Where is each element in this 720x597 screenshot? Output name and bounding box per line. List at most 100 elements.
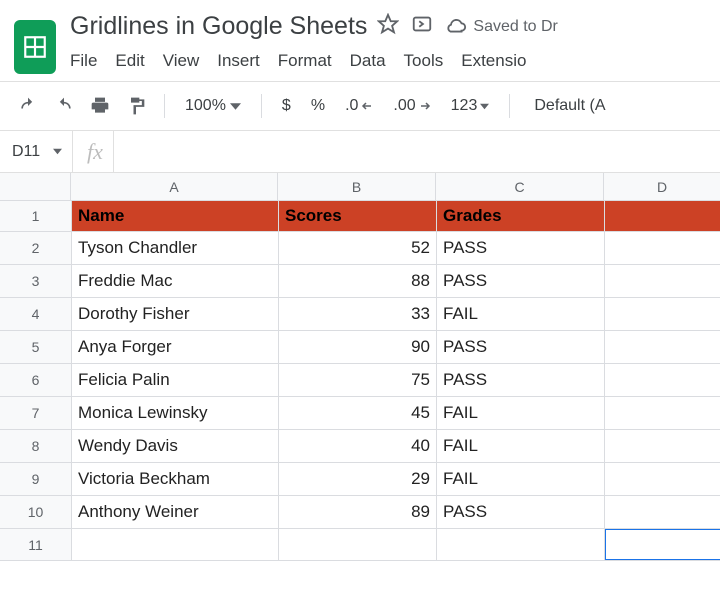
- table-row: Felicia Palin 75 PASS: [72, 364, 720, 397]
- doc-title[interactable]: Gridlines in Google Sheets: [70, 12, 367, 41]
- cell[interactable]: Monica Lewinsky: [72, 397, 279, 430]
- move-icon[interactable]: [411, 13, 433, 40]
- menu-extensions[interactable]: Extensio: [461, 51, 526, 71]
- cell[interactable]: Wendy Davis: [72, 430, 279, 463]
- row-header[interactable]: 3: [0, 265, 72, 298]
- formula-input[interactable]: [114, 131, 720, 172]
- row-headers: 1 2 3 4 5 6 7 8 9 10 11: [0, 201, 72, 561]
- title-bar: Gridlines in Google Sheets Saved to Dr F…: [0, 0, 720, 81]
- menu-format[interactable]: Format: [278, 51, 332, 71]
- table-row: Victoria Beckham 29 FAIL: [72, 463, 720, 496]
- increase-decimal-button[interactable]: .00: [387, 97, 436, 115]
- cell[interactable]: 29: [279, 463, 437, 496]
- menu-data[interactable]: Data: [350, 51, 386, 71]
- cell[interactable]: 33: [279, 298, 437, 331]
- cell[interactable]: FAIL: [437, 430, 605, 463]
- menu-edit[interactable]: Edit: [115, 51, 144, 71]
- cell[interactable]: FAIL: [437, 397, 605, 430]
- col-header-d[interactable]: D: [604, 173, 720, 201]
- name-fx-bar: D11 fx: [0, 131, 720, 173]
- cell[interactable]: [605, 331, 720, 364]
- cell[interactable]: 45: [279, 397, 437, 430]
- row-header[interactable]: 1: [0, 201, 72, 232]
- row-header[interactable]: 4: [0, 298, 72, 331]
- star-icon[interactable]: [377, 13, 399, 40]
- cell[interactable]: [605, 232, 720, 265]
- toolbar-separator: [261, 94, 262, 118]
- cell[interactable]: [605, 298, 720, 331]
- cell[interactable]: PASS: [437, 232, 605, 265]
- cell[interactable]: PASS: [437, 496, 605, 529]
- table-row: Wendy Davis 40 FAIL: [72, 430, 720, 463]
- row-header[interactable]: 5: [0, 331, 72, 364]
- font-select[interactable]: Default (A: [524, 97, 609, 115]
- format-currency-button[interactable]: $: [276, 97, 297, 115]
- col-header-b[interactable]: B: [278, 173, 436, 201]
- row-header[interactable]: 10: [0, 496, 72, 529]
- menu-insert[interactable]: Insert: [217, 51, 260, 71]
- name-box[interactable]: D11: [0, 143, 72, 161]
- cell[interactable]: Anthony Weiner: [72, 496, 279, 529]
- row-header[interactable]: 6: [0, 364, 72, 397]
- chevron-down-icon: [230, 101, 241, 112]
- decrease-decimal-button[interactable]: .0: [339, 97, 379, 115]
- cell[interactable]: 52: [279, 232, 437, 265]
- menu-tools[interactable]: Tools: [404, 51, 444, 71]
- cell[interactable]: [279, 529, 437, 561]
- zoom-select[interactable]: 100%: [179, 97, 247, 115]
- cell[interactable]: [605, 364, 720, 397]
- cell[interactable]: Victoria Beckham: [72, 463, 279, 496]
- cell[interactable]: Scores: [279, 201, 437, 232]
- cell[interactable]: [605, 201, 720, 232]
- chevron-down-icon: [53, 143, 62, 161]
- cell[interactable]: [605, 463, 720, 496]
- cell[interactable]: 40: [279, 430, 437, 463]
- cell[interactable]: [605, 430, 720, 463]
- undo-button[interactable]: [14, 92, 42, 120]
- cell[interactable]: PASS: [437, 265, 605, 298]
- row-header[interactable]: 8: [0, 430, 72, 463]
- row-header[interactable]: 11: [0, 529, 72, 561]
- cell[interactable]: Anya Forger: [72, 331, 279, 364]
- table-row: Anthony Weiner 89 PASS: [72, 496, 720, 529]
- cell[interactable]: FAIL: [437, 298, 605, 331]
- cell[interactable]: Tyson Chandler: [72, 232, 279, 265]
- cell[interactable]: PASS: [437, 331, 605, 364]
- cell[interactable]: [605, 397, 720, 430]
- more-formats-button[interactable]: 123: [445, 97, 496, 115]
- cell[interactable]: Name: [72, 201, 279, 232]
- row-header[interactable]: 9: [0, 463, 72, 496]
- cell[interactable]: Grades: [437, 201, 605, 232]
- cell[interactable]: [437, 529, 605, 561]
- cloud-status[interactable]: Saved to Dr: [445, 16, 557, 38]
- cell[interactable]: 90: [279, 331, 437, 364]
- active-cell[interactable]: [605, 529, 720, 561]
- row-header[interactable]: 7: [0, 397, 72, 430]
- cell[interactable]: PASS: [437, 364, 605, 397]
- paint-format-button[interactable]: [122, 92, 150, 120]
- cell[interactable]: Freddie Mac: [72, 265, 279, 298]
- row-header[interactable]: 2: [0, 232, 72, 265]
- cell[interactable]: 88: [279, 265, 437, 298]
- table-row: Monica Lewinsky 45 FAIL: [72, 397, 720, 430]
- cell[interactable]: [605, 265, 720, 298]
- col-header-c[interactable]: C: [436, 173, 604, 201]
- cell[interactable]: 89: [279, 496, 437, 529]
- cell[interactable]: FAIL: [437, 463, 605, 496]
- format-percent-button[interactable]: %: [305, 97, 331, 115]
- cell[interactable]: 75: [279, 364, 437, 397]
- cell[interactable]: Dorothy Fisher: [72, 298, 279, 331]
- col-header-a[interactable]: A: [71, 173, 278, 201]
- select-all-corner[interactable]: [0, 173, 71, 201]
- menu-view[interactable]: View: [163, 51, 200, 71]
- column-header-row: A B C D: [0, 173, 720, 201]
- toolbar-separator: [509, 94, 510, 118]
- menu-bar: File Edit View Insert Format Data Tools …: [70, 41, 710, 81]
- cell[interactable]: [605, 496, 720, 529]
- redo-button[interactable]: [50, 92, 78, 120]
- table-row: Dorothy Fisher 33 FAIL: [72, 298, 720, 331]
- cell[interactable]: [72, 529, 279, 561]
- print-button[interactable]: [86, 92, 114, 120]
- menu-file[interactable]: File: [70, 51, 97, 71]
- cell[interactable]: Felicia Palin: [72, 364, 279, 397]
